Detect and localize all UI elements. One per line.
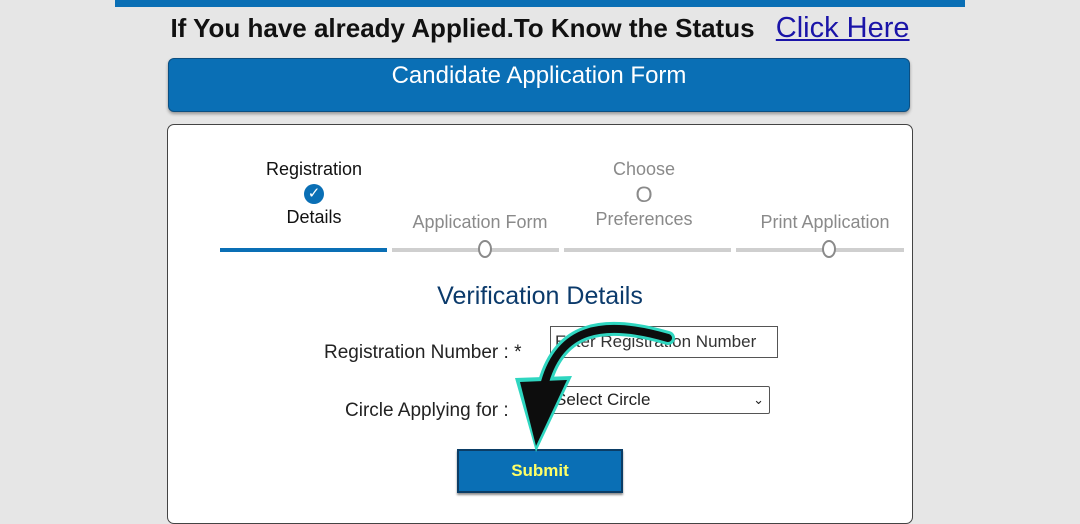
submit-button[interactable]: Submit [457,449,623,493]
progress-segment-2 [392,248,559,252]
progress-node-icon [478,240,492,258]
chevron-down-icon: ⌄ [753,392,764,407]
check-status-link[interactable]: Click Here [776,12,910,44]
registration-number-input[interactable] [550,326,778,358]
check-circle-icon: ✓ [304,184,324,204]
step-registration-details[interactable]: Registration ✓ Details [254,156,374,228]
status-line: If You have already Applied.To Know the … [0,12,1080,45]
form-title: Candidate Application Form [391,62,687,89]
step-label-bottom: Details [286,207,342,227]
step-label-bottom: Print Application [760,212,890,232]
step-label-bottom: Application Form [412,212,548,232]
circle-label: Circle Applying for : [345,400,509,421]
step-label-bottom: Preferences [595,209,693,229]
circle-select-value: Select Circle [555,390,651,409]
step-print-application[interactable]: Print Application [745,209,905,235]
step-label-top: Registration [265,159,363,179]
step-label-top: Choose [612,159,676,179]
circle-select[interactable]: Select Circle ⌄ [550,386,770,414]
progress-segment-1 [220,248,387,252]
registration-number-label: Registration Number : * [324,342,522,363]
progress-segment-4 [736,248,904,252]
step-application-form[interactable]: Application Form [400,209,560,235]
step-choose-preferences[interactable]: Choose O Preferences [584,156,704,230]
form-header: Candidate Application Form [168,58,910,112]
section-title: Verification Details [437,282,643,310]
empty-circle-icon: O [635,182,653,207]
progress-node-icon [822,240,836,258]
progress-segment-3 [564,248,731,252]
top-blue-bar [115,0,965,7]
status-prompt: If You have already Applied.To Know the … [170,13,755,43]
